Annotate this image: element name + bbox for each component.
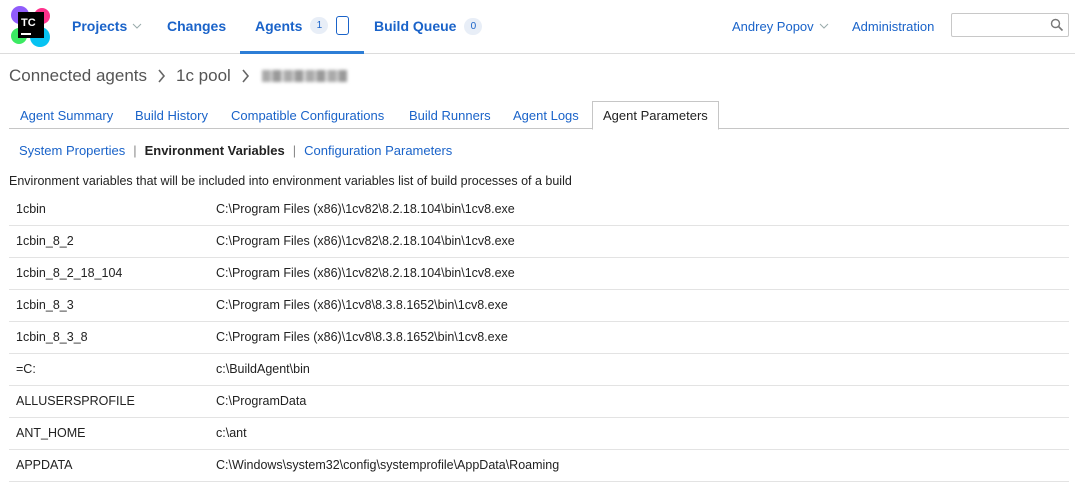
teamcity-logo[interactable]: TC [10,5,52,47]
subtab-environment-variables[interactable]: Environment Variables [145,143,285,158]
chevron-down-icon[interactable] [819,21,829,31]
administration-link[interactable]: Administration [852,0,934,52]
nav-projects-label: Projects [72,18,128,34]
nav-build-queue[interactable]: Build Queue 0 [374,0,483,52]
agent-icon [336,16,350,35]
top-header: TC Projects Changes Agents 1 Build Queue… [0,0,1075,54]
env-var-value: C:\Program Files (x86)\1cv82\8.2.18.104\… [209,257,1069,290]
agents-count-badge: 1 [310,17,329,34]
env-var-name: 1cbin_8_3 [9,289,209,322]
table-row: 1cbin_8_2_18_104 C:\Program Files (x86)\1… [9,257,1069,290]
env-var-name: 1cbin_8_2 [9,225,209,258]
build-queue-count-badge: 0 [464,17,483,35]
breadcrumb-pool[interactable]: 1c pool [176,66,231,86]
env-var-value: C:\Program Files (x86)\1cv8\8.3.8.1652\b… [209,289,1069,322]
breadcrumb-agent-name-redacted [261,70,347,82]
env-var-name: ALLUSERSPROFILE [9,385,209,418]
search-input[interactable] [951,13,1069,37]
table-row: ANT_HOME c:\ant [9,417,1069,450]
tab-agent-parameters[interactable]: Agent Parameters [592,101,719,130]
env-var-value: C:\Program Files (x86)\1cv82\8.2.18.104\… [209,225,1069,258]
tab-build-history[interactable]: Build History [135,101,208,129]
table-row: 1cbin_8_3_8 C:\Program Files (x86)\1cv8\8… [9,321,1069,354]
env-var-name: 1cbin_8_3_8 [9,321,209,354]
env-var-value: C:\Windows\system32\config\systemprofile… [209,449,1069,482]
chevron-right-icon [242,69,249,83]
tab-agent-logs[interactable]: Agent Logs [513,101,579,129]
chevron-down-icon[interactable] [132,21,142,31]
tab-agent-summary[interactable]: Agent Summary [20,101,113,129]
search-icon[interactable] [1050,18,1064,32]
env-var-value: C:\Program Files (x86)\1cv82\8.2.18.104\… [209,193,1069,226]
table-row: ALLUSERSPROFILE C:\ProgramData [9,385,1069,418]
env-var-value: C:\ProgramData [209,385,1069,418]
nav-build-queue-label: Build Queue [374,18,457,34]
env-var-value: c:\BuildAgent\bin [209,353,1069,386]
tab-compatible-configurations[interactable]: Compatible Configurations [231,101,384,129]
subtab-configuration-parameters[interactable]: Configuration Parameters [304,143,452,158]
user-menu[interactable]: Andrey Popov [732,0,829,52]
env-var-name: APPDATA [9,449,209,482]
env-var-value: C:\Program Files (x86)\1cv8\8.3.8.1652\b… [209,321,1069,354]
nav-projects[interactable]: Projects [72,0,142,52]
nav-changes-label: Changes [167,18,227,34]
nav-agents-label: Agents [255,17,303,34]
breadcrumb-connected-agents[interactable]: Connected agents [9,66,147,86]
table-row: 1cbin C:\Program Files (x86)\1cv82\8.2.18… [9,193,1069,226]
tab-build-runners[interactable]: Build Runners [409,101,491,129]
table-row: =C: c:\BuildAgent\bin [9,353,1069,386]
env-var-name: ANT_HOME [9,417,209,450]
breadcrumb: Connected agents 1c pool [9,63,347,89]
table-row: 1cbin_8_3 C:\Program Files (x86)\1cv8\8.3… [9,289,1069,322]
env-variables-table: 1cbin C:\Program Files (x86)\1cv82\8.2.18… [9,193,1069,482]
env-var-name: 1cbin [9,193,209,226]
subtab-system-properties[interactable]: System Properties [19,143,125,158]
chevron-right-icon [158,69,166,83]
nav-agents[interactable]: Agents 1 [240,0,365,54]
table-row: APPDATA C:\Windows\system32\config\system… [9,449,1069,482]
user-name: Andrey Popov [732,18,814,34]
subtab-divider: | [292,142,297,158]
env-var-value: c:\ant [209,417,1069,450]
svg-text:TC: TC [21,17,36,29]
table-row: 1cbin_8_2 C:\Program Files (x86)\1cv82\8.… [9,225,1069,258]
agent-tabs: Agent Summary Build History Compatible C… [9,101,1069,130]
env-var-name: =C: [9,353,209,386]
nav-changes[interactable]: Changes [167,0,226,52]
env-var-name: 1cbin_8_2_18_104 [9,257,209,290]
subtab-divider: | [133,142,137,158]
env-description: Environment variables that will be inclu… [9,174,572,188]
administration-label: Administration [852,18,935,34]
parameter-subtabs: System Properties | Environment Variable… [19,141,452,159]
